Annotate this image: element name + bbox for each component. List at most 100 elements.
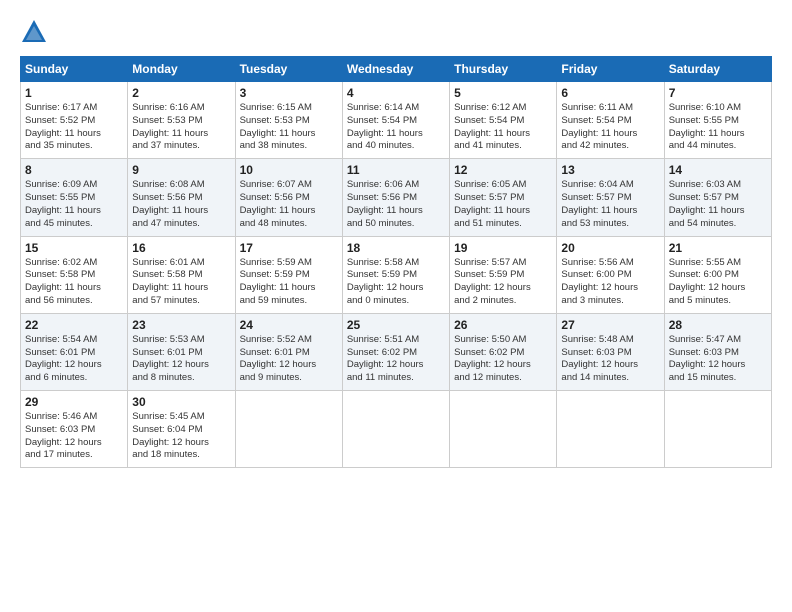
- day-info: Sunrise: 5:54 AM Sunset: 6:01 PM Dayligh…: [25, 334, 123, 385]
- column-header-tuesday: Tuesday: [235, 57, 342, 82]
- day-info: Sunrise: 6:14 AM Sunset: 5:54 PM Dayligh…: [347, 102, 445, 153]
- day-info: Sunrise: 6:08 AM Sunset: 5:56 PM Dayligh…: [132, 179, 230, 230]
- column-header-thursday: Thursday: [450, 57, 557, 82]
- column-header-saturday: Saturday: [664, 57, 771, 82]
- day-info: Sunrise: 6:06 AM Sunset: 5:56 PM Dayligh…: [347, 179, 445, 230]
- calendar-cell: 21 Sunrise: 5:55 AM Sunset: 6:00 PM Dayli…: [664, 236, 771, 313]
- calendar-cell: [342, 391, 449, 468]
- calendar-cell: 24 Sunrise: 5:52 AM Sunset: 6:01 PM Dayli…: [235, 313, 342, 390]
- day-number: 23: [132, 318, 230, 332]
- calendar-cell: 28Sunrise: 5:47 AM Sunset: 6:03 PM Dayli…: [664, 313, 771, 390]
- day-number: 24: [240, 318, 338, 332]
- day-number: 28: [669, 318, 767, 332]
- day-info: Sunrise: 6:07 AM Sunset: 5:56 PM Dayligh…: [240, 179, 338, 230]
- day-info: Sunrise: 6:11 AM Sunset: 5:54 PM Dayligh…: [561, 102, 659, 153]
- day-number: 21: [669, 241, 767, 255]
- day-info: Sunrise: 6:10 AM Sunset: 5:55 PM Dayligh…: [669, 102, 767, 153]
- calendar-cell: 10 Sunrise: 6:07 AM Sunset: 5:56 PM Dayli…: [235, 159, 342, 236]
- day-number: 17: [240, 241, 338, 255]
- header: [20, 18, 772, 46]
- day-info: Sunrise: 6:01 AM Sunset: 5:58 PM Dayligh…: [132, 257, 230, 308]
- day-info: Sunrise: 5:53 AM Sunset: 6:01 PM Dayligh…: [132, 334, 230, 385]
- calendar-cell: 3 Sunrise: 6:15 AM Sunset: 5:53 PM Daylig…: [235, 82, 342, 159]
- calendar-cell: [450, 391, 557, 468]
- day-number: 12: [454, 163, 552, 177]
- day-number: 14: [669, 163, 767, 177]
- calendar-cell: 1 Sunrise: 6:17 AM Sunset: 5:52 PM Daylig…: [21, 82, 128, 159]
- calendar-cell: [235, 391, 342, 468]
- calendar-week-row: 1 Sunrise: 6:17 AM Sunset: 5:52 PM Daylig…: [21, 82, 772, 159]
- day-number: 5: [454, 86, 552, 100]
- calendar-cell: 30 Sunrise: 5:45 AM Sunset: 6:04 PM Dayli…: [128, 391, 235, 468]
- calendar-cell: 11 Sunrise: 6:06 AM Sunset: 5:56 PM Dayli…: [342, 159, 449, 236]
- day-number: 20: [561, 241, 659, 255]
- day-number: 19: [454, 241, 552, 255]
- calendar-table: SundayMondayTuesdayWednesdayThursdayFrid…: [20, 56, 772, 468]
- day-info: Sunrise: 6:09 AM Sunset: 5:55 PM Dayligh…: [25, 179, 123, 230]
- calendar-cell: 9Sunrise: 6:08 AM Sunset: 5:56 PM Daylig…: [128, 159, 235, 236]
- day-number: 3: [240, 86, 338, 100]
- column-header-sunday: Sunday: [21, 57, 128, 82]
- calendar-cell: 18 Sunrise: 5:58 AM Sunset: 5:59 PM Dayli…: [342, 236, 449, 313]
- day-info: Sunrise: 6:17 AM Sunset: 5:52 PM Dayligh…: [25, 102, 123, 153]
- calendar-cell: [557, 391, 664, 468]
- day-info: Sunrise: 5:58 AM Sunset: 5:59 PM Dayligh…: [347, 257, 445, 308]
- calendar-week-row: 22 Sunrise: 5:54 AM Sunset: 6:01 PM Dayli…: [21, 313, 772, 390]
- calendar-cell: 25 Sunrise: 5:51 AM Sunset: 6:02 PM Dayli…: [342, 313, 449, 390]
- day-info: Sunrise: 5:57 AM Sunset: 5:59 PM Dayligh…: [454, 257, 552, 308]
- calendar-cell: 22 Sunrise: 5:54 AM Sunset: 6:01 PM Dayli…: [21, 313, 128, 390]
- day-number: 2: [132, 86, 230, 100]
- day-info: Sunrise: 5:48 AM Sunset: 6:03 PM Dayligh…: [561, 334, 659, 385]
- day-info: Sunrise: 5:59 AM Sunset: 5:59 PM Dayligh…: [240, 257, 338, 308]
- calendar-cell: 4Sunrise: 6:14 AM Sunset: 5:54 PM Daylig…: [342, 82, 449, 159]
- day-info: Sunrise: 6:15 AM Sunset: 5:53 PM Dayligh…: [240, 102, 338, 153]
- day-info: Sunrise: 5:56 AM Sunset: 6:00 PM Dayligh…: [561, 257, 659, 308]
- column-header-wednesday: Wednesday: [342, 57, 449, 82]
- calendar-cell: 2 Sunrise: 6:16 AM Sunset: 5:53 PM Daylig…: [128, 82, 235, 159]
- day-number: 10: [240, 163, 338, 177]
- page: SundayMondayTuesdayWednesdayThursdayFrid…: [0, 0, 792, 612]
- day-number: 25: [347, 318, 445, 332]
- day-number: 15: [25, 241, 123, 255]
- calendar-cell: 26Sunrise: 5:50 AM Sunset: 6:02 PM Dayli…: [450, 313, 557, 390]
- day-number: 6: [561, 86, 659, 100]
- day-number: 22: [25, 318, 123, 332]
- day-info: Sunrise: 6:04 AM Sunset: 5:57 PM Dayligh…: [561, 179, 659, 230]
- day-number: 30: [132, 395, 230, 409]
- day-info: Sunrise: 6:02 AM Sunset: 5:58 PM Dayligh…: [25, 257, 123, 308]
- calendar-cell: 12 Sunrise: 6:05 AM Sunset: 5:57 PM Dayli…: [450, 159, 557, 236]
- day-number: 18: [347, 241, 445, 255]
- day-info: Sunrise: 5:52 AM Sunset: 6:01 PM Dayligh…: [240, 334, 338, 385]
- day-number: 16: [132, 241, 230, 255]
- calendar-header-row: SundayMondayTuesdayWednesdayThursdayFrid…: [21, 57, 772, 82]
- calendar-cell: 16 Sunrise: 6:01 AM Sunset: 5:58 PM Dayli…: [128, 236, 235, 313]
- day-info: Sunrise: 6:05 AM Sunset: 5:57 PM Dayligh…: [454, 179, 552, 230]
- logo: [20, 18, 52, 46]
- calendar-cell: 19 Sunrise: 5:57 AM Sunset: 5:59 PM Dayli…: [450, 236, 557, 313]
- day-number: 27: [561, 318, 659, 332]
- calendar-cell: 7 Sunrise: 6:10 AM Sunset: 5:55 PM Daylig…: [664, 82, 771, 159]
- calendar-week-row: 15 Sunrise: 6:02 AM Sunset: 5:58 PM Dayli…: [21, 236, 772, 313]
- calendar-cell: 13Sunrise: 6:04 AM Sunset: 5:57 PM Dayli…: [557, 159, 664, 236]
- calendar-week-row: 8Sunrise: 6:09 AM Sunset: 5:55 PM Daylig…: [21, 159, 772, 236]
- day-info: Sunrise: 6:12 AM Sunset: 5:54 PM Dayligh…: [454, 102, 552, 153]
- calendar-week-row: 29 Sunrise: 5:46 AM Sunset: 6:03 PM Dayli…: [21, 391, 772, 468]
- day-number: 29: [25, 395, 123, 409]
- day-info: Sunrise: 5:45 AM Sunset: 6:04 PM Dayligh…: [132, 411, 230, 462]
- calendar-cell: [664, 391, 771, 468]
- calendar-cell: 27 Sunrise: 5:48 AM Sunset: 6:03 PM Dayli…: [557, 313, 664, 390]
- calendar-cell: 29 Sunrise: 5:46 AM Sunset: 6:03 PM Dayli…: [21, 391, 128, 468]
- day-number: 11: [347, 163, 445, 177]
- day-number: 1: [25, 86, 123, 100]
- day-number: 7: [669, 86, 767, 100]
- day-info: Sunrise: 5:46 AM Sunset: 6:03 PM Dayligh…: [25, 411, 123, 462]
- day-info: Sunrise: 5:50 AM Sunset: 6:02 PM Dayligh…: [454, 334, 552, 385]
- column-header-monday: Monday: [128, 57, 235, 82]
- day-info: Sunrise: 5:55 AM Sunset: 6:00 PM Dayligh…: [669, 257, 767, 308]
- calendar-cell: 23 Sunrise: 5:53 AM Sunset: 6:01 PM Dayli…: [128, 313, 235, 390]
- calendar-cell: 20 Sunrise: 5:56 AM Sunset: 6:00 PM Dayli…: [557, 236, 664, 313]
- column-header-friday: Friday: [557, 57, 664, 82]
- day-info: Sunrise: 6:16 AM Sunset: 5:53 PM Dayligh…: [132, 102, 230, 153]
- calendar-cell: 15 Sunrise: 6:02 AM Sunset: 5:58 PM Dayli…: [21, 236, 128, 313]
- day-info: Sunrise: 5:51 AM Sunset: 6:02 PM Dayligh…: [347, 334, 445, 385]
